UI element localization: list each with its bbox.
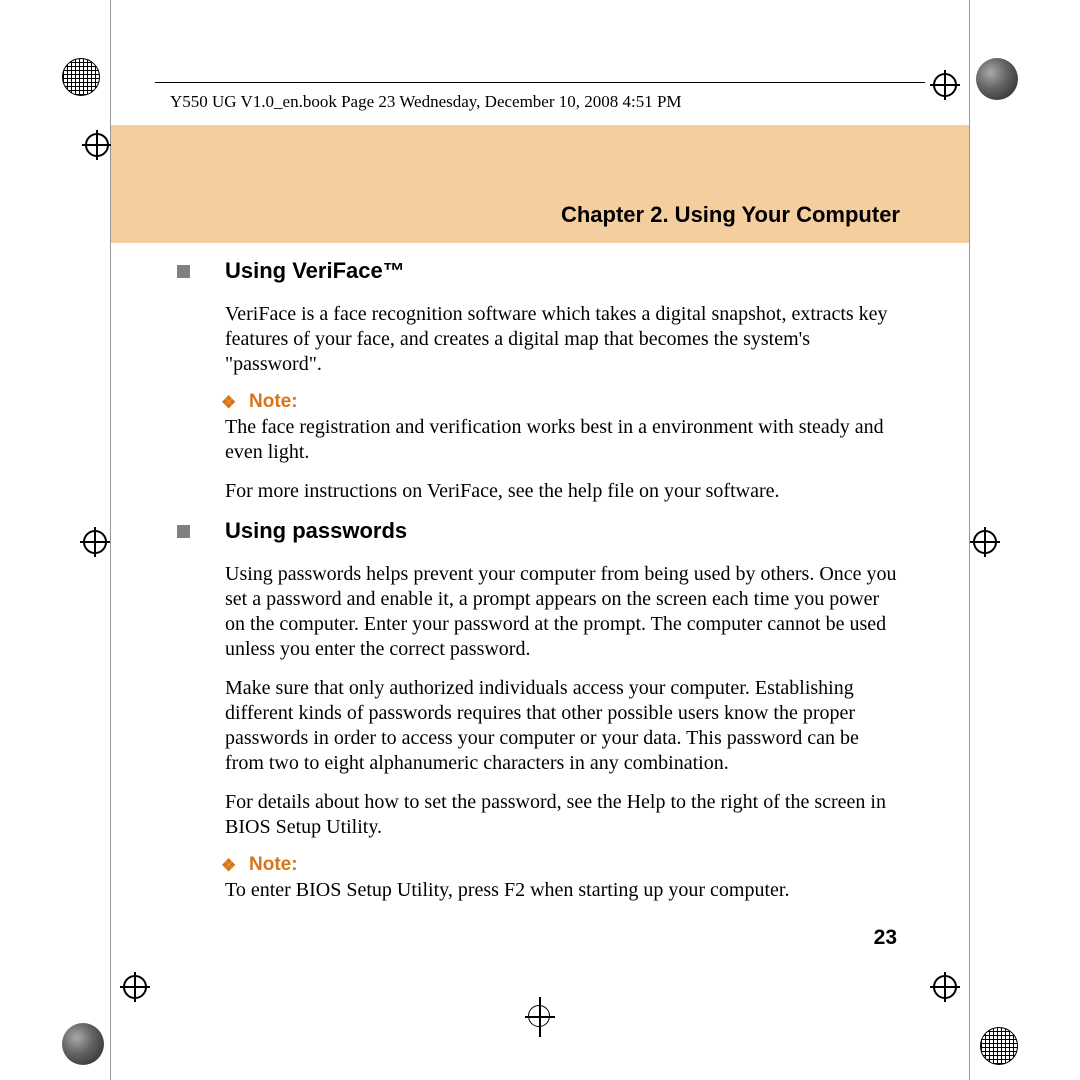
body-paragraph: For more instructions on VeriFace, see t… xyxy=(225,479,900,504)
printer-sphere-mark xyxy=(976,58,1018,100)
registration-mark xyxy=(82,130,112,160)
note-heading: ❖ Note: xyxy=(225,854,900,876)
body-paragraph: Using passwords helps prevent your compu… xyxy=(225,562,900,662)
square-bullet-icon xyxy=(177,265,190,278)
registration-mark xyxy=(970,527,1000,557)
note-label: Note: xyxy=(249,391,298,412)
content-area: Using VeriFace™ VeriFace is a face recog… xyxy=(225,258,900,917)
registration-mark xyxy=(930,70,960,100)
registration-mark xyxy=(930,972,960,1002)
center-mark xyxy=(525,1002,555,1032)
header-rule xyxy=(155,82,925,83)
body-paragraph: VeriFace is a face recognition software … xyxy=(225,302,900,377)
printer-sphere-mark xyxy=(62,1023,104,1065)
section-heading-veriface: Using VeriFace™ xyxy=(225,258,900,284)
section-heading-passwords: Using passwords xyxy=(225,518,900,544)
section-heading-text: Using passwords xyxy=(225,518,407,543)
registration-mark xyxy=(80,527,110,557)
chapter-title: Chapter 2. Using Your Computer xyxy=(561,202,900,228)
note-heading: ❖ Note: xyxy=(225,391,900,413)
registration-mark xyxy=(120,972,150,1002)
page-number: 23 xyxy=(874,926,897,950)
file-info-text: Y550 UG V1.0_en.book Page 23 Wednesday, … xyxy=(170,92,682,112)
printer-hatch-mark xyxy=(62,58,100,96)
square-bullet-icon xyxy=(177,525,190,538)
note-icon: ❖ xyxy=(221,393,236,413)
section-heading-text: Using VeriFace™ xyxy=(225,258,405,283)
note-label: Note: xyxy=(249,854,298,875)
body-paragraph: Make sure that only authorized individua… xyxy=(225,676,900,776)
printer-hatch-mark xyxy=(980,1027,1018,1065)
note-icon: ❖ xyxy=(221,856,236,876)
note-text: To enter BIOS Setup Utility, press F2 wh… xyxy=(225,878,900,903)
note-text: The face registration and verification w… xyxy=(225,415,900,465)
body-paragraph: For details about how to set the passwor… xyxy=(225,790,900,840)
